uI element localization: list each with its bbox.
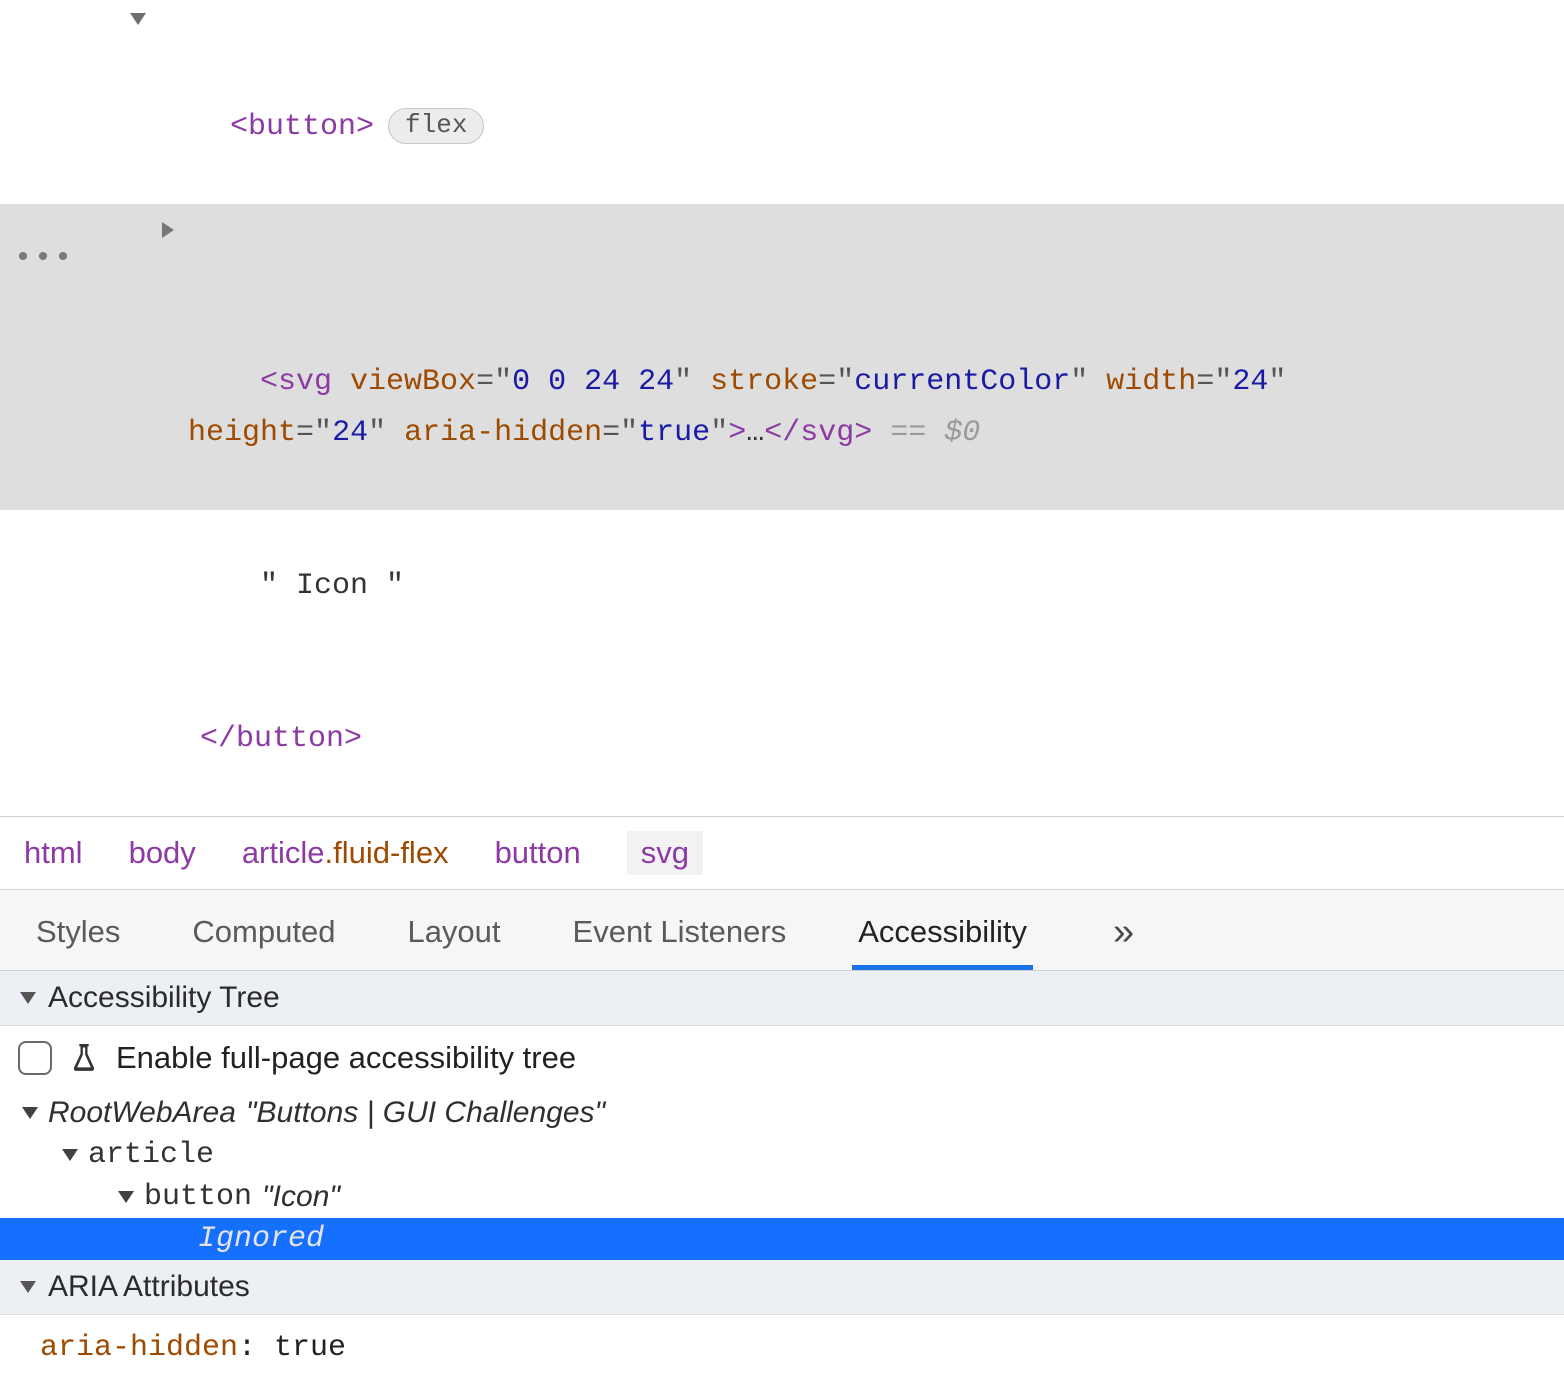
- tab-event-listeners[interactable]: Event Listeners: [567, 908, 793, 970]
- flex-badge[interactable]: flex: [388, 108, 484, 144]
- aria-attribute-row: aria-hidden: true: [0, 1315, 1564, 1381]
- crumb-html[interactable]: html: [24, 835, 83, 871]
- section-title: ARIA Attributes: [48, 1270, 250, 1304]
- elements-dom-panel: <button> flex ••• <svg viewBox="0 0 24 24…: [0, 0, 1564, 817]
- crumb-button[interactable]: button: [495, 835, 581, 871]
- section-accessibility-tree[interactable]: Accessibility Tree: [0, 971, 1564, 1026]
- aria-attr-key: aria-hidden: [40, 1331, 238, 1365]
- tree-row-ignored[interactable]: Ignored: [0, 1218, 1564, 1260]
- enable-full-page-tree-checkbox[interactable]: [18, 1041, 52, 1075]
- tree-ignored-label: Ignored: [198, 1222, 324, 1256]
- tree-role-button: button: [144, 1180, 252, 1214]
- side-panel-tabs: Styles Computed Layout Event Listeners A…: [0, 890, 1564, 971]
- text-node-icon-label: " Icon ": [260, 569, 404, 603]
- tree-twisty-icon[interactable]: [22, 1107, 38, 1119]
- attr-viewbox: viewBox: [332, 365, 476, 399]
- tree-twisty-icon[interactable]: [118, 1191, 134, 1203]
- beaker-icon: [70, 1043, 98, 1073]
- disclosure-triangle-icon[interactable]: [130, 13, 146, 25]
- enable-full-page-tree-label: Enable full-page accessibility tree: [116, 1040, 576, 1076]
- tab-layout[interactable]: Layout: [401, 908, 506, 970]
- tree-row-button[interactable]: button "Icon": [0, 1176, 1564, 1218]
- attr-height: height: [188, 416, 296, 450]
- tab-accessibility[interactable]: Accessibility: [852, 908, 1033, 970]
- section-disclosure-icon: [20, 992, 36, 1004]
- tab-computed[interactable]: Computed: [186, 908, 341, 970]
- dom-row-text-node[interactable]: " Icon ": [0, 510, 1564, 663]
- section-disclosure-icon: [20, 1281, 36, 1293]
- disclosure-collapsed-icon[interactable]: [162, 222, 182, 238]
- button-close-tag: </button>: [200, 722, 362, 756]
- svg-close-tag: </svg>: [764, 416, 872, 450]
- dom-row-button-close[interactable]: </button>: [0, 663, 1564, 816]
- aria-attr-value: : true: [238, 1331, 346, 1365]
- attr-aria-hidden: aria-hidden: [386, 416, 602, 450]
- attr-width: width: [1088, 365, 1196, 399]
- crumb-svg[interactable]: svg: [627, 831, 703, 875]
- tree-name-button: "Icon": [262, 1180, 340, 1214]
- section-aria-attributes[interactable]: ARIA Attributes: [0, 1260, 1564, 1315]
- tree-name-root: "Buttons | GUI Challenges": [246, 1096, 605, 1130]
- tree-row-article[interactable]: article: [0, 1134, 1564, 1176]
- button-open-tag: <button>: [230, 110, 374, 144]
- tabs-overflow-icon[interactable]: »: [1113, 911, 1134, 968]
- dom-row-button-open[interactable]: <button> flex: [0, 0, 1564, 204]
- gutter-ellipsis-icon[interactable]: •••: [14, 234, 74, 285]
- svg-open-angle: <svg: [260, 365, 332, 399]
- section-title: Accessibility Tree: [48, 981, 280, 1015]
- crumb-body[interactable]: body: [129, 835, 196, 871]
- tree-role-article: article: [88, 1138, 214, 1172]
- accessibility-tree: RootWebArea "Buttons | GUI Challenges" a…: [0, 1090, 1564, 1260]
- tree-role-root: RootWebArea: [48, 1096, 236, 1130]
- tree-row-root[interactable]: RootWebArea "Buttons | GUI Challenges": [0, 1092, 1564, 1134]
- dom-row-svg[interactable]: ••• <svg viewBox="0 0 24 24" stroke="cur…: [0, 204, 1564, 510]
- tree-twisty-icon[interactable]: [62, 1149, 78, 1161]
- attr-stroke: stroke: [692, 365, 818, 399]
- breadcrumb: html body article.fluid-flex button svg: [0, 817, 1564, 890]
- crumb-article[interactable]: article.fluid-flex: [242, 835, 449, 871]
- tab-styles[interactable]: Styles: [30, 908, 126, 970]
- enable-full-page-tree-row[interactable]: Enable full-page accessibility tree: [0, 1026, 1564, 1090]
- eq-zero-marker: == $0: [872, 416, 980, 450]
